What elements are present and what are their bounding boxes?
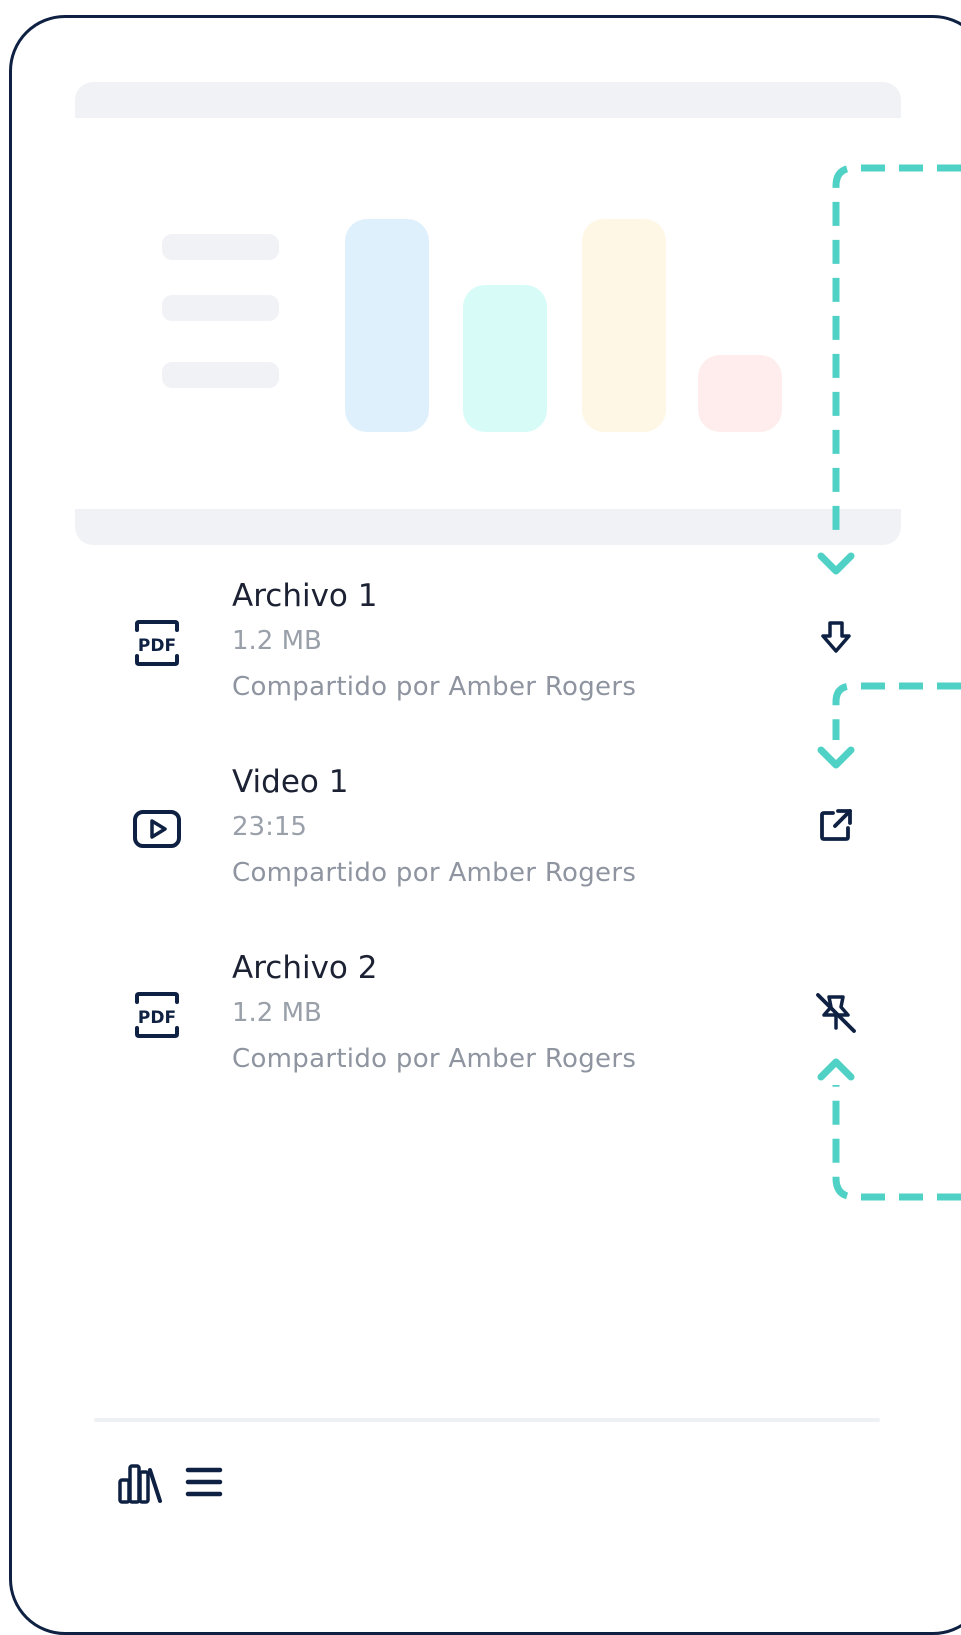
- file-preview-placeholder: [75, 82, 901, 545]
- file-size: 1.2 MB: [232, 998, 322, 1028]
- menu-icon[interactable]: [182, 1458, 232, 1508]
- svg-text:PDF: PDF: [138, 636, 176, 656]
- video-play-icon: [133, 810, 181, 848]
- file-name: Archivo 1: [232, 578, 378, 614]
- shared-by: Compartido por Amber Rogers: [232, 858, 637, 888]
- placeholder-bar: [698, 355, 782, 432]
- open-external-button[interactable]: [813, 802, 859, 848]
- external-link-icon: [820, 809, 852, 841]
- download-icon: [821, 621, 851, 653]
- file-name: Video 1: [232, 764, 349, 800]
- unpin-button[interactable]: [813, 990, 859, 1036]
- file-size: 1.2 MB: [232, 626, 322, 656]
- pdf-icon: PDF: [135, 620, 179, 666]
- placeholder-bar-chart: [75, 82, 901, 432]
- shared-by: Compartido por Amber Rogers: [232, 672, 637, 702]
- preview-bottom-band: [75, 509, 901, 545]
- file-name: Archivo 2: [232, 950, 378, 986]
- unpin-icon: [816, 993, 856, 1033]
- list-item[interactable]: PDF Archivo 1 1.2 MB Compartido por Ambe…: [100, 578, 720, 728]
- list-item[interactable]: PDF Archivo 2 1.2 MB Compartido por Ambe…: [100, 950, 720, 1100]
- placeholder-bar: [463, 285, 547, 432]
- bottom-divider: [94, 1418, 880, 1422]
- svg-text:PDF: PDF: [138, 1008, 176, 1028]
- placeholder-bar: [345, 219, 429, 432]
- video-duration: 23:15: [232, 812, 307, 842]
- download-button[interactable]: [813, 615, 859, 661]
- shared-by: Compartido por Amber Rogers: [232, 1044, 637, 1074]
- pdf-icon: PDF: [135, 992, 179, 1038]
- placeholder-bar: [582, 219, 666, 432]
- list-item[interactable]: Video 1 23:15 Compartido por Amber Roger…: [100, 764, 720, 914]
- library-icon[interactable]: [117, 1458, 167, 1508]
